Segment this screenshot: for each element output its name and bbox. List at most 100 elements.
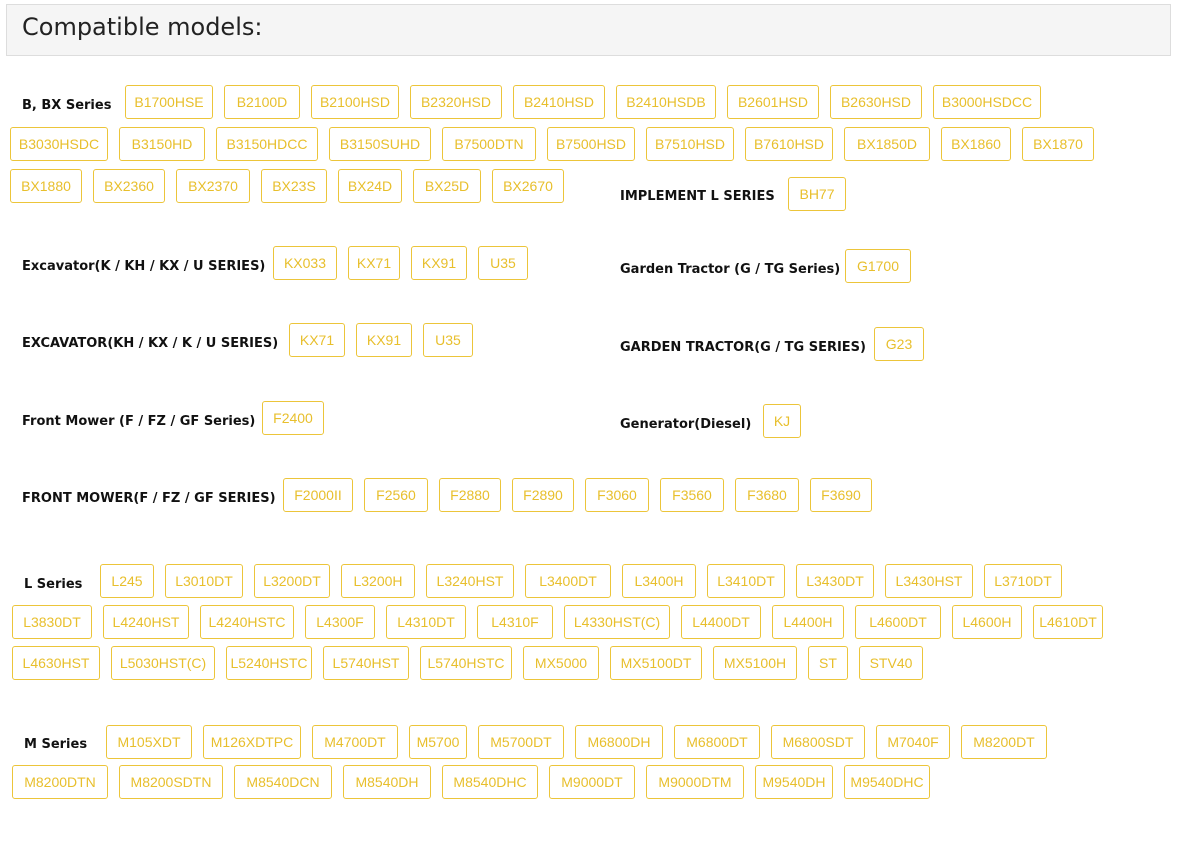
model-tag-m5700dt[interactable]: M5700DT	[478, 725, 564, 759]
model-tag-b7500dtn[interactable]: B7500DTN	[442, 127, 536, 161]
model-tag-bx2360[interactable]: BX2360	[93, 169, 165, 203]
model-tag-f3560[interactable]: F3560	[660, 478, 724, 512]
model-tag-l4240hst[interactable]: L4240HST	[103, 605, 189, 639]
model-tag-l4310dt[interactable]: L4310DT	[386, 605, 466, 639]
model-tag-m8540dhc[interactable]: M8540DHC	[442, 765, 538, 799]
model-tag-b2601hsd[interactable]: B2601HSD	[727, 85, 819, 119]
model-tag-l5030hst-c[interactable]: L5030HST(C)	[111, 646, 215, 680]
model-tag-bx24d[interactable]: BX24D	[338, 169, 402, 203]
model-tag-b3030hsdc[interactable]: B3030HSDC	[10, 127, 108, 161]
model-tag-bx2370[interactable]: BX2370	[176, 169, 250, 203]
model-tag-kx91[interactable]: KX91	[356, 323, 412, 357]
model-tag-bx23s[interactable]: BX23S	[261, 169, 327, 203]
model-tag-m9000dtm[interactable]: M9000DTM	[646, 765, 744, 799]
model-tag-m105xdt[interactable]: M105XDT	[106, 725, 192, 759]
model-tag-l3430hst[interactable]: L3430HST	[885, 564, 973, 598]
model-tag-g1700[interactable]: G1700	[845, 249, 911, 283]
model-tag-m8200sdtn[interactable]: M8200SDTN	[119, 765, 223, 799]
model-tag-mx5100dt[interactable]: MX5100DT	[610, 646, 702, 680]
model-tag-u35[interactable]: U35	[423, 323, 473, 357]
model-tag-l4300f[interactable]: L4300F	[305, 605, 375, 639]
model-tag-m8200dtn[interactable]: M8200DTN	[12, 765, 108, 799]
model-tag-f3690[interactable]: F3690	[810, 478, 872, 512]
model-tag-l3710dt[interactable]: L3710DT	[984, 564, 1062, 598]
model-tag-l3200h[interactable]: L3200H	[341, 564, 415, 598]
model-tag-f3680[interactable]: F3680	[735, 478, 799, 512]
model-tag-kx033[interactable]: KX033	[273, 246, 337, 280]
model-tag-m126xdtpc[interactable]: M126XDTPC	[203, 725, 301, 759]
model-tag-b2100d[interactable]: B2100D	[224, 85, 300, 119]
model-tag-b7500hsd[interactable]: B7500HSD	[547, 127, 635, 161]
model-tag-bx1860[interactable]: BX1860	[941, 127, 1011, 161]
model-tag-l4400h[interactable]: L4400H	[772, 605, 844, 639]
model-tag-l245[interactable]: L245	[100, 564, 154, 598]
model-tag-m7040f[interactable]: M7040F	[876, 725, 950, 759]
model-tag-u35[interactable]: U35	[478, 246, 528, 280]
model-tag-kx91[interactable]: KX91	[411, 246, 467, 280]
model-tag-m9000dt[interactable]: M9000DT	[549, 765, 635, 799]
model-tag-m5700[interactable]: M5700	[409, 725, 467, 759]
model-tag-l4330hst-c[interactable]: L4330HST(C)	[564, 605, 670, 639]
model-tag-m9540dhc[interactable]: M9540DHC	[844, 765, 930, 799]
model-tag-b2630hsd[interactable]: B2630HSD	[830, 85, 922, 119]
model-tag-b3150suhd[interactable]: B3150SUHD	[329, 127, 431, 161]
model-tag-g23[interactable]: G23	[874, 327, 924, 361]
model-tag-m4700dt[interactable]: M4700DT	[312, 725, 398, 759]
model-tag-m8540dcn[interactable]: M8540DCN	[234, 765, 332, 799]
model-tag-bx1880[interactable]: BX1880	[10, 169, 82, 203]
model-tag-l5740hst[interactable]: L5740HST	[323, 646, 409, 680]
model-tag-l4240hstc[interactable]: L4240HSTC	[200, 605, 294, 639]
model-tag-l3240hst[interactable]: L3240HST	[426, 564, 514, 598]
model-tag-b2320hsd[interactable]: B2320HSD	[410, 85, 502, 119]
model-tag-kx71[interactable]: KX71	[348, 246, 400, 280]
model-tag-m6800dt[interactable]: M6800DT	[674, 725, 760, 759]
model-tag-b1700hse[interactable]: B1700HSE	[125, 85, 213, 119]
model-tag-l3400dt[interactable]: L3400DT	[525, 564, 611, 598]
model-tag-l4600dt[interactable]: L4600DT	[855, 605, 941, 639]
model-tag-st[interactable]: ST	[808, 646, 848, 680]
series-label-generator-diesel: Generator(Diesel)	[620, 417, 752, 432]
model-tag-l3200dt[interactable]: L3200DT	[254, 564, 330, 598]
model-tag-f3060[interactable]: F3060	[585, 478, 649, 512]
model-tag-f2560[interactable]: F2560	[364, 478, 428, 512]
model-tag-f2880[interactable]: F2880	[439, 478, 501, 512]
model-tag-mx5100h[interactable]: MX5100H	[713, 646, 797, 680]
model-tag-f2000ii[interactable]: F2000II	[283, 478, 353, 512]
model-tag-f2400[interactable]: F2400	[262, 401, 324, 435]
model-tag-bx1870[interactable]: BX1870	[1022, 127, 1094, 161]
model-tag-l3010dt[interactable]: L3010DT	[165, 564, 243, 598]
model-tag-bh77[interactable]: BH77	[788, 177, 846, 211]
model-tag-b2410hsd[interactable]: B2410HSD	[513, 85, 605, 119]
model-tag-m6800sdt[interactable]: M6800SDT	[771, 725, 865, 759]
model-tag-l3430dt[interactable]: L3430DT	[796, 564, 874, 598]
model-tag-m8200dt[interactable]: M8200DT	[961, 725, 1047, 759]
model-tag-bx2670[interactable]: BX2670	[492, 169, 564, 203]
model-tag-bx25d[interactable]: BX25D	[413, 169, 481, 203]
model-tag-b3150hd[interactable]: B3150HD	[119, 127, 205, 161]
model-tag-l3830dt[interactable]: L3830DT	[12, 605, 92, 639]
model-tag-l3400h[interactable]: L3400H	[622, 564, 696, 598]
model-tag-m8540dh[interactable]: M8540DH	[343, 765, 431, 799]
model-tag-m9540dh[interactable]: M9540DH	[755, 765, 833, 799]
model-tag-b2100hsd[interactable]: B2100HSD	[311, 85, 399, 119]
model-tag-stv40[interactable]: STV40	[859, 646, 923, 680]
model-tag-kj[interactable]: KJ	[763, 404, 801, 438]
model-tag-b3150hdcc[interactable]: B3150HDCC	[216, 127, 318, 161]
model-tag-mx5000[interactable]: MX5000	[523, 646, 599, 680]
model-tag-l5740hstc[interactable]: L5740HSTC	[420, 646, 512, 680]
model-tag-b7510hsd[interactable]: B7510HSD	[646, 127, 734, 161]
model-tag-kx71[interactable]: KX71	[289, 323, 345, 357]
model-tag-b3000hsdcc[interactable]: B3000HSDCC	[933, 85, 1041, 119]
model-tag-l4600h[interactable]: L4600H	[952, 605, 1022, 639]
model-tag-b7610hsd[interactable]: B7610HSD	[745, 127, 833, 161]
model-tag-l3410dt[interactable]: L3410DT	[707, 564, 785, 598]
model-tag-m6800dh[interactable]: M6800DH	[575, 725, 663, 759]
model-tag-f2890[interactable]: F2890	[512, 478, 574, 512]
model-tag-l5240hstc[interactable]: L5240HSTC	[226, 646, 312, 680]
model-tag-l4310f[interactable]: L4310F	[477, 605, 553, 639]
model-tag-bx1850d[interactable]: BX1850D	[844, 127, 930, 161]
model-tag-l4630hst[interactable]: L4630HST	[12, 646, 100, 680]
model-tag-l4610dt[interactable]: L4610DT	[1033, 605, 1103, 639]
model-tag-l4400dt[interactable]: L4400DT	[681, 605, 761, 639]
model-tag-b2410hsdb[interactable]: B2410HSDB	[616, 85, 716, 119]
